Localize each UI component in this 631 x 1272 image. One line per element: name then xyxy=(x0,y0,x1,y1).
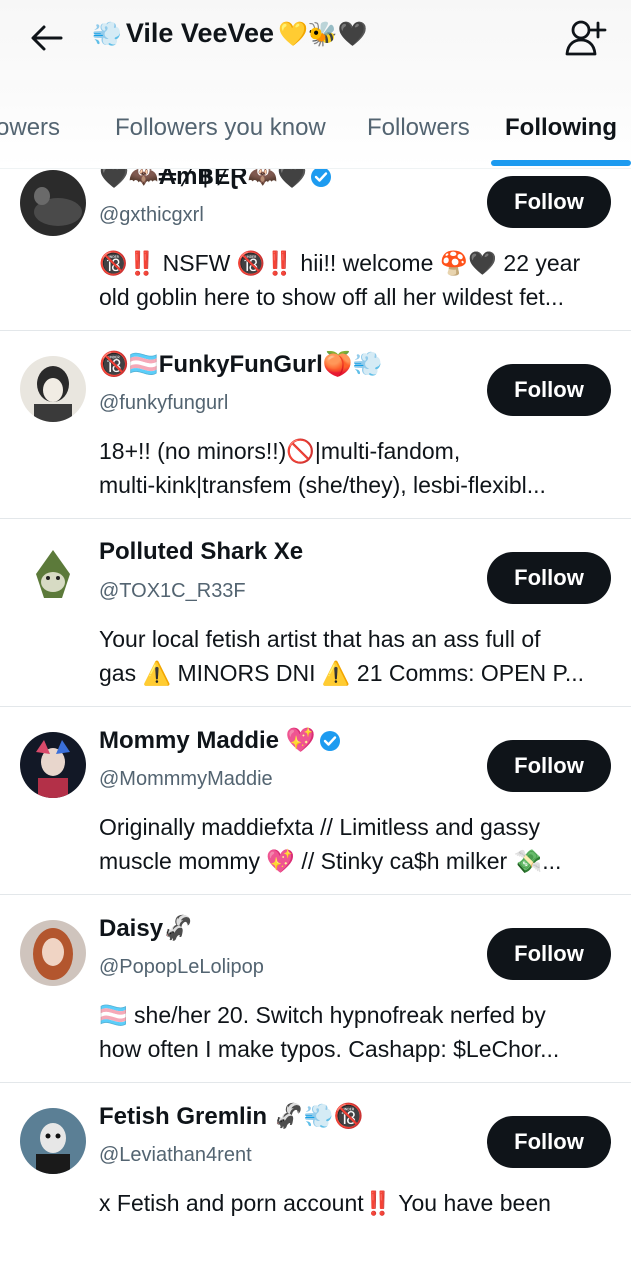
avatar[interactable] xyxy=(20,356,86,422)
tab-verified-followers[interactable]: ollowers xyxy=(0,114,60,142)
tab-following[interactable]: Following xyxy=(505,114,617,142)
user-row[interactable]: Fetish Gremlin 🦨💨🔞 @Leviathan4rent x Fet… xyxy=(0,1082,631,1272)
avatar[interactable] xyxy=(20,170,86,236)
top-bar: 💨 Vile VeeVee 💛🐝🖤 xyxy=(0,0,631,76)
user-handle[interactable]: @MommmyMaddie xyxy=(99,768,273,791)
user-handle[interactable]: @PopopLeLolipop xyxy=(99,956,264,979)
title-emoji-before: 💨 xyxy=(92,19,122,48)
user-bio: x Fetish and porn account‼️ You have bee… xyxy=(99,1190,551,1216)
page-title: 💨 Vile VeeVee 💛🐝🖤 xyxy=(92,18,368,49)
follow-button[interactable]: Follow xyxy=(487,740,611,792)
add-user-icon xyxy=(565,20,607,56)
user-handle[interactable]: @funkyfungurl xyxy=(99,392,228,415)
user-handle[interactable]: @TOX1C_R33F xyxy=(99,580,246,603)
user-name[interactable]: 🔞🏳️‍⚧️FunkyFunGurl🍑💨 xyxy=(99,350,383,379)
user-bio: 18+!! (no minors!!)🚫|multi-fandom, multi… xyxy=(99,438,546,498)
avatar[interactable] xyxy=(20,732,86,798)
follow-button[interactable]: Follow xyxy=(487,552,611,604)
tab-followers-you-know[interactable]: Followers you know xyxy=(115,114,326,142)
follow-button[interactable]: Follow xyxy=(487,1116,611,1168)
profile-name: Vile VeeVee xyxy=(125,18,275,48)
title-emoji-after: 💛🐝🖤 xyxy=(278,19,368,48)
back-button[interactable] xyxy=(24,16,68,60)
tab-followers[interactable]: Followers xyxy=(367,114,470,142)
add-user-button[interactable] xyxy=(560,14,612,62)
user-handle[interactable]: @Leviathan4rent xyxy=(99,1144,252,1167)
back-arrow-icon xyxy=(31,25,63,51)
follow-button[interactable]: Follow xyxy=(487,928,611,980)
avatar[interactable] xyxy=(20,920,86,986)
user-name[interactable]: Mommy Maddie 💖 xyxy=(99,726,341,755)
user-name[interactable]: Polluted Shark Xe xyxy=(99,538,303,566)
active-tab-indicator xyxy=(491,160,631,166)
user-bio: 🔞‼️ NSFW 🔞‼️ hii!! welcome 🍄🖤 22 year ol… xyxy=(99,250,581,310)
avatar[interactable] xyxy=(20,1108,86,1174)
profile-header: 💨 Vile VeeVee 💛🐝🖤 ollowers Followers you… xyxy=(0,0,631,169)
user-row[interactable]: Mommy Maddie 💖 @MommmyMaddie Originally … xyxy=(0,706,631,895)
follow-button[interactable]: Follow xyxy=(487,364,611,416)
user-name[interactable]: Daisy🦨 xyxy=(99,914,193,943)
user-bio: Your local fetish artist that has an ass… xyxy=(99,626,585,686)
follow-button[interactable]: Follow xyxy=(487,176,611,228)
user-handle[interactable]: @gxthicgxrl xyxy=(99,204,204,227)
user-row[interactable]: Daisy🦨 @PopopLeLolipop 🏳️‍⚧️ she/her 20.… xyxy=(0,894,631,1083)
user-bio: Originally maddiefxta // Limitless and g… xyxy=(99,814,562,874)
avatar[interactable] xyxy=(20,544,86,610)
user-row[interactable]: Polluted Shark Xe @TOX1C_R33F Your local… xyxy=(0,518,631,707)
user-name[interactable]: Fetish Gremlin 🦨💨🔞 xyxy=(99,1102,363,1131)
user-row[interactable]: 🔞🏳️‍⚧️FunkyFunGurl🍑💨 @funkyfungurl 18+!!… xyxy=(0,330,631,519)
verified-badge-icon xyxy=(319,730,340,751)
user-bio: 🏳️‍⚧️ she/her 20. Switch hypnofreak nerf… xyxy=(99,1002,560,1062)
